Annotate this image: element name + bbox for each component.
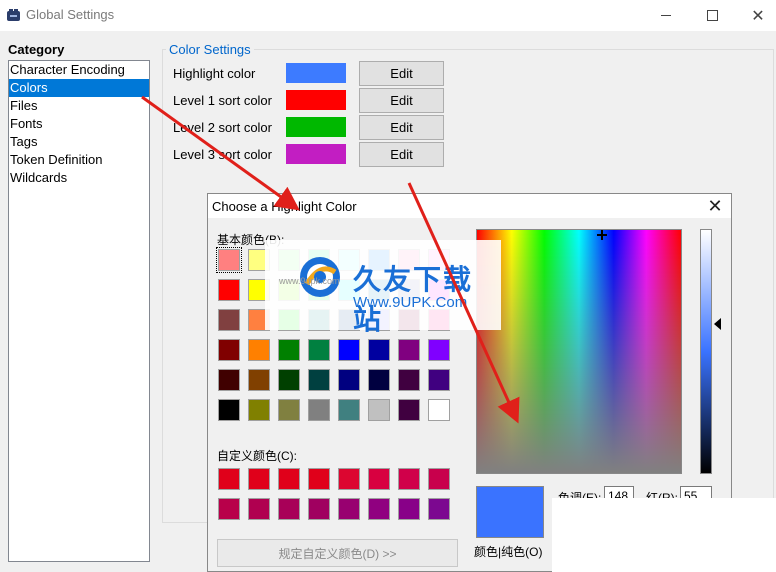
- custom-color-swatch[interactable]: [308, 468, 330, 490]
- custom-colors-label: 自定义颜色(C):: [217, 449, 297, 463]
- category-item-character-encoding[interactable]: Character Encoding: [9, 61, 149, 79]
- highlight-color-label: Highlight color: [173, 66, 256, 81]
- solid-color-label: 颜色|纯色(O): [474, 545, 543, 559]
- basic-color-swatch[interactable]: [428, 369, 450, 391]
- basic-color-swatch[interactable]: [218, 339, 240, 361]
- category-item-fonts[interactable]: Fonts: [9, 115, 149, 133]
- custom-color-swatch[interactable]: [278, 498, 300, 520]
- basic-color-swatch[interactable]: [248, 369, 270, 391]
- close-button[interactable]: ✕: [735, 0, 776, 31]
- category-item-token-definition[interactable]: Token Definition: [9, 151, 149, 169]
- basic-color-swatch[interactable]: [216, 247, 242, 273]
- level2-color-swatch: [286, 117, 346, 137]
- crosshair-icon: [597, 230, 607, 240]
- custom-color-swatch[interactable]: [248, 498, 270, 520]
- basic-color-swatch[interactable]: [368, 399, 390, 421]
- level3-edit-button[interactable]: Edit: [359, 142, 444, 167]
- basic-color-swatch[interactable]: [338, 399, 360, 421]
- minimize-icon: [661, 15, 671, 16]
- basic-color-swatch[interactable]: [218, 309, 240, 331]
- category-item-files[interactable]: Files: [9, 97, 149, 115]
- dialog-close-icon[interactable]: ✕: [705, 196, 725, 216]
- minimize-button[interactable]: [643, 0, 689, 31]
- basic-color-swatch[interactable]: [368, 369, 390, 391]
- level2-color-label: Level 2 sort color: [173, 120, 272, 135]
- color-settings-title: Color Settings: [166, 42, 254, 57]
- app-icon: [7, 9, 20, 21]
- close-icon: ✕: [751, 7, 765, 25]
- color-spectrum[interactable]: [476, 229, 682, 474]
- basic-color-swatch[interactable]: [368, 339, 390, 361]
- custom-color-swatch[interactable]: [338, 468, 360, 490]
- basic-color-swatch[interactable]: [398, 339, 420, 361]
- custom-color-swatch[interactable]: [428, 498, 450, 520]
- custom-color-swatch[interactable]: [308, 498, 330, 520]
- luminance-arrow-icon[interactable]: [714, 318, 721, 330]
- basic-color-swatch[interactable]: [278, 339, 300, 361]
- luminance-slider[interactable]: [700, 229, 712, 474]
- watermark-url: Www.9UPK.Com: [353, 294, 468, 311]
- level1-color-swatch: [286, 90, 346, 110]
- basic-color-swatch[interactable]: [338, 369, 360, 391]
- basic-color-swatch[interactable]: [278, 399, 300, 421]
- custom-color-swatch[interactable]: [338, 498, 360, 520]
- level2-edit-button[interactable]: Edit: [359, 115, 444, 140]
- window-title: Global Settings: [26, 7, 115, 22]
- category-item-tags[interactable]: Tags: [9, 133, 149, 151]
- basic-color-swatch[interactable]: [308, 399, 330, 421]
- basic-color-swatch[interactable]: [308, 369, 330, 391]
- maximize-icon: [706, 10, 718, 21]
- level3-color-label: Level 3 sort color: [173, 147, 272, 162]
- custom-color-swatch[interactable]: [248, 468, 270, 490]
- basic-color-swatch[interactable]: [218, 399, 240, 421]
- level3-color-swatch: [286, 144, 346, 164]
- highlight-edit-button[interactable]: Edit: [359, 61, 444, 86]
- basic-color-swatch[interactable]: [248, 339, 270, 361]
- custom-color-swatch[interactable]: [218, 468, 240, 490]
- basic-color-swatch[interactable]: [338, 339, 360, 361]
- highlight-color-swatch: [286, 63, 346, 83]
- dialog-title: Choose a Highlight Color: [212, 199, 357, 214]
- maximize-button[interactable]: [689, 0, 735, 31]
- basic-color-swatch[interactable]: [218, 369, 240, 391]
- basic-color-swatch[interactable]: [398, 369, 420, 391]
- custom-color-swatch[interactable]: [398, 468, 420, 490]
- basic-color-swatch[interactable]: [278, 369, 300, 391]
- title-bar: Global Settings ✕: [0, 0, 776, 31]
- basic-color-swatch[interactable]: [398, 399, 420, 421]
- basic-color-swatch[interactable]: [248, 399, 270, 421]
- level1-edit-button[interactable]: Edit: [359, 88, 444, 113]
- dialog-title-bar: Choose a Highlight Color ✕: [208, 194, 731, 218]
- level1-color-label: Level 1 sort color: [173, 93, 272, 108]
- custom-color-swatch[interactable]: [368, 468, 390, 490]
- custom-color-swatch[interactable]: [278, 468, 300, 490]
- custom-color-swatch[interactable]: [428, 468, 450, 490]
- basic-color-swatch[interactable]: [308, 339, 330, 361]
- basic-color-swatch[interactable]: [428, 399, 450, 421]
- color-preview: [476, 486, 544, 538]
- category-item-colors[interactable]: Colors: [9, 79, 149, 97]
- basic-color-swatch[interactable]: [428, 339, 450, 361]
- category-item-wildcards[interactable]: Wildcards: [9, 169, 149, 187]
- custom-color-swatch[interactable]: [368, 498, 390, 520]
- custom-color-swatch[interactable]: [218, 498, 240, 520]
- watermark-overlay: www.9upk.com 久友下载站 Www.9UPK.Com: [265, 240, 501, 335]
- custom-color-swatch[interactable]: [398, 498, 420, 520]
- category-list[interactable]: Character Encoding Colors Files Fonts Ta…: [8, 60, 150, 562]
- category-label: Category: [8, 42, 65, 57]
- define-custom-colors-button[interactable]: 规定自定义颜色(D) >>: [217, 539, 458, 567]
- watermark-small-url: www.9upk.com: [279, 276, 340, 286]
- basic-color-swatch[interactable]: [218, 279, 240, 301]
- blank-corner: [552, 498, 776, 572]
